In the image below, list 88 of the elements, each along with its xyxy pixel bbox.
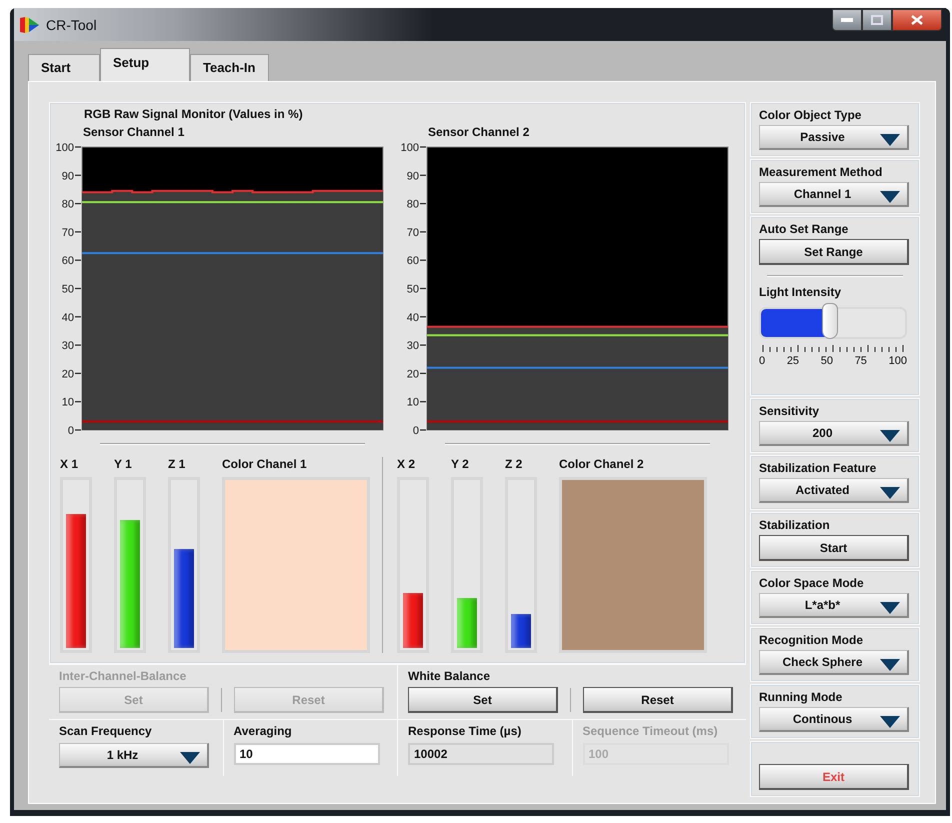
group-label: White Balance (408, 669, 492, 684)
dropdown[interactable]: Activated (759, 478, 909, 503)
field-label: Scan Frequency (59, 724, 153, 739)
axis-tick-label: 80 (62, 198, 74, 211)
window-title: CR-Tool (46, 16, 97, 32)
action-button[interactable]: Set (408, 687, 558, 713)
chart-title: Sensor Channel 2 (428, 125, 530, 140)
readonly-field[interactable]: 10002 (408, 743, 554, 765)
bar-label: Z 2 (505, 457, 524, 471)
axis-tick-label: 90 (406, 170, 419, 182)
bar-label: Y 2 (451, 457, 470, 471)
dropdown-arrow-icon (880, 191, 900, 203)
axis-tick-label: 10 (62, 396, 74, 409)
dropdown[interactable]: 1 kHz (59, 743, 209, 768)
dropdown-arrow-icon (880, 716, 900, 728)
dropdown[interactable]: Continous (759, 707, 909, 732)
setting-label: Sensitivity (759, 404, 820, 419)
minimize-icon (841, 18, 853, 22)
dropdown[interactable]: Check Sphere (759, 650, 909, 675)
bar-label: X 1 (60, 457, 80, 471)
close-icon (911, 14, 923, 24)
bar-label: X 2 (397, 457, 416, 471)
maximize-button[interactable] (862, 8, 892, 30)
axis-tick-label: 70 (406, 226, 419, 239)
maximize-icon (871, 14, 883, 24)
setting-label: Stabilization Feature (759, 461, 878, 476)
monitor-title: RGB Raw Signal Monitor (Values in %) (84, 107, 304, 123)
axis-tick-label: 20 (406, 368, 419, 380)
axis-tick-label: 30 (406, 340, 419, 352)
axis-tick-label: 70 (62, 226, 74, 239)
dropdown[interactable]: Passive (759, 125, 909, 150)
swatch-label: Color Chanel 1 (222, 457, 308, 471)
tab[interactable]: Setup (100, 48, 190, 81)
tick-label: 100 (888, 355, 907, 367)
tick-label: 75 (854, 355, 867, 367)
axis-tick-label: 100 (56, 142, 74, 154)
dropdown-arrow-icon (180, 752, 200, 764)
axis-tick-label: 30 (62, 340, 74, 352)
setting-label: Measurement Method (759, 165, 884, 180)
axis-tick-label: 0 (412, 425, 419, 435)
field-label: Averaging (234, 724, 293, 739)
dropdown-arrow-icon (880, 487, 900, 499)
axis-tick-label: 40 (406, 312, 419, 324)
app-logo-icon (20, 16, 40, 34)
axis-tick-label: 20 (62, 368, 74, 380)
action-button[interactable]: Reset (583, 687, 733, 713)
axis-tick-label: 50 (406, 284, 419, 296)
slider-thumb[interactable] (822, 303, 838, 339)
dropdown[interactable]: Channel 1 (759, 182, 909, 207)
setting-label: Running Mode (759, 690, 844, 705)
axis-tick-label: 50 (62, 284, 74, 296)
setting-label: Color Space Mode (759, 576, 865, 591)
slider-label: Light Intensity (759, 285, 842, 299)
close-button[interactable] (892, 8, 942, 30)
tick-label: 50 (820, 355, 833, 367)
tick-label: 25 (786, 355, 800, 367)
tab[interactable]: Teach-In (190, 54, 268, 81)
axis-tick-label: 0 (68, 425, 74, 435)
minimize-button[interactable] (832, 8, 862, 30)
setting-label: Recognition Mode (759, 633, 864, 648)
start-button[interactable]: Start (759, 535, 909, 561)
setting-label: Stabilization (759, 518, 831, 533)
setting-label: Auto Set Range (759, 222, 850, 237)
tab[interactable]: Start (28, 54, 100, 81)
axis-tick-label: 10 (406, 396, 419, 409)
axis-tick-label: 90 (62, 170, 74, 182)
dropdown-arrow-icon (880, 430, 900, 442)
dropdown-arrow-icon (880, 659, 900, 671)
group-label: Inter-Channel-Balance (59, 669, 188, 684)
axis-tick-label: 40 (62, 312, 74, 324)
bar-label: Z 1 (168, 457, 186, 471)
dropdown-arrow-icon (880, 602, 900, 614)
input-field[interactable]: 10 (234, 743, 380, 765)
tick-label: 0 (759, 355, 766, 367)
dropdown[interactable]: L*a*b* (759, 593, 909, 618)
axis-tick-label: 60 (406, 255, 419, 268)
field-label: Response Time (µs) (408, 724, 522, 739)
set-range-button[interactable]: Set Range (759, 239, 909, 265)
field-label: Sequence Timeout (ms) (582, 724, 719, 739)
axis-tick-label: 60 (62, 255, 74, 268)
axis-tick-label: 100 (400, 142, 419, 154)
swatch-label: Color Chanel 2 (559, 457, 645, 471)
dropdown-arrow-icon (880, 134, 900, 146)
dropdown[interactable]: 200 (759, 421, 909, 446)
axis-tick-label: 80 (406, 198, 419, 211)
bar-label: Y 1 (114, 457, 133, 471)
setting-label: Color Object Type (759, 108, 862, 123)
chart-title: Sensor Channel 1 (83, 125, 186, 140)
